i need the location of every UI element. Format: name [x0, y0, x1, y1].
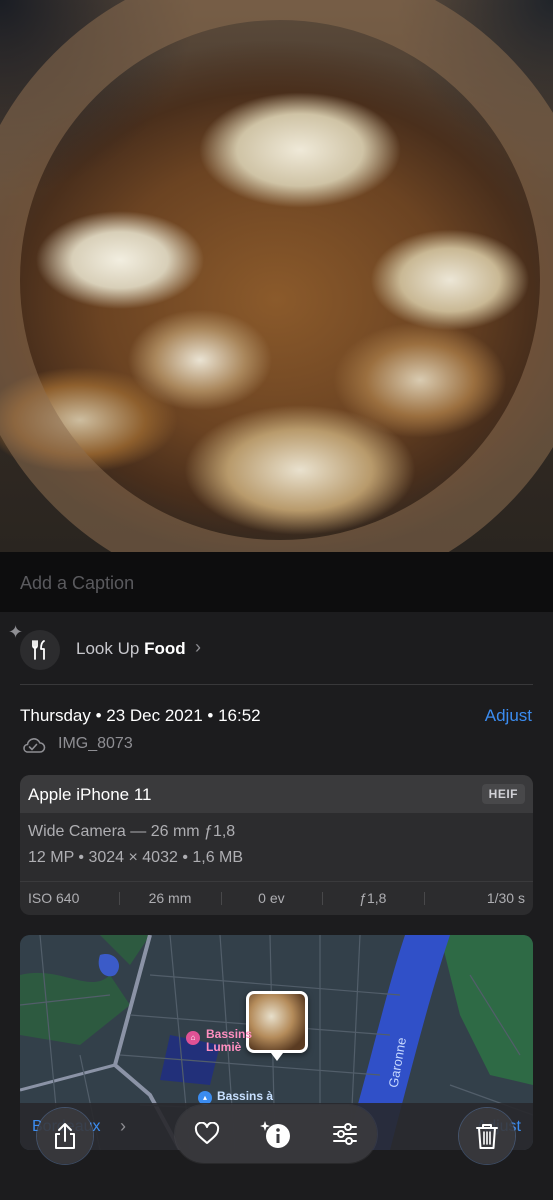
exif-aperture: ƒ1,8: [322, 882, 423, 915]
poi-1-line-2: Lumiè: [206, 1040, 242, 1054]
exif-row: ISO 640 26 mm 0 ev ƒ1,8 1/30 s: [20, 882, 533, 915]
device-name: Apple iPhone 11: [28, 785, 152, 804]
poi-bassins-a-flot[interactable]: Bassins à: [217, 1090, 273, 1103]
divider: [20, 684, 533, 685]
museum-icon: ⌂: [186, 1031, 200, 1045]
image-specs: 12 MP • 3024 × 4032 • 1,6 MB: [28, 849, 244, 866]
pin-thumbnail: [249, 994, 305, 1050]
exif-exposure-bias: 0 ev: [220, 882, 322, 915]
trash-icon: [476, 1124, 498, 1149]
exif-focal-length: 26 mm: [119, 882, 220, 915]
adjust-date-button[interactable]: Adjust: [485, 706, 532, 726]
info-sparkle-icon: [260, 1121, 290, 1148]
camera-info-card: Apple iPhone 11 HEIF Wide Camera — 26 mm…: [20, 775, 533, 915]
format-badge: HEIF: [481, 784, 525, 804]
exif-iso: ISO 640: [28, 890, 80, 906]
favorite-button[interactable]: [193, 1120, 221, 1148]
lookup-label: Look Up Food: [76, 639, 186, 659]
edit-button[interactable]: [331, 1120, 359, 1148]
icloud-check-icon: [20, 736, 46, 759]
caption-input[interactable]: [20, 570, 520, 596]
exif-shutter-speed: 1/30 s: [423, 882, 533, 915]
delete-button[interactable]: [459, 1108, 515, 1164]
photo-vignette: [0, 0, 553, 552]
lookup-row[interactable]: ✦ Look Up Food ›: [0, 612, 553, 684]
sliders-icon: [333, 1123, 357, 1145]
camera-card-header: Apple iPhone 11 HEIF: [20, 775, 533, 813]
fork-knife-icon: [20, 630, 60, 670]
heart-icon: [194, 1122, 220, 1144]
photo-view[interactable]: [0, 0, 553, 552]
lens-info: Wide Camera — 26 mm ƒ1,8: [28, 823, 236, 840]
capture-date: Thursday • 23 Dec 2021 • 16:52: [20, 706, 261, 725]
chevron-right-icon: ›: [195, 637, 201, 657]
chevron-right-icon: ›: [120, 1116, 126, 1136]
poi-1-line-1: Bassins: [206, 1027, 253, 1041]
lookup-prefix: Look Up: [76, 639, 140, 658]
sparkle-icon: ✦: [8, 622, 24, 642]
file-name: IMG_8073: [58, 735, 133, 752]
share-button[interactable]: [37, 1108, 93, 1164]
poi-bassins-lumieres[interactable]: Bassins Lumiè: [206, 1028, 252, 1054]
photo-location-pin[interactable]: [246, 991, 308, 1061]
share-icon: [55, 1123, 75, 1149]
lookup-subject: Food: [144, 639, 186, 658]
caption-bar: [0, 552, 553, 612]
info-button[interactable]: [259, 1120, 293, 1148]
toolbar-pill: [175, 1105, 377, 1163]
